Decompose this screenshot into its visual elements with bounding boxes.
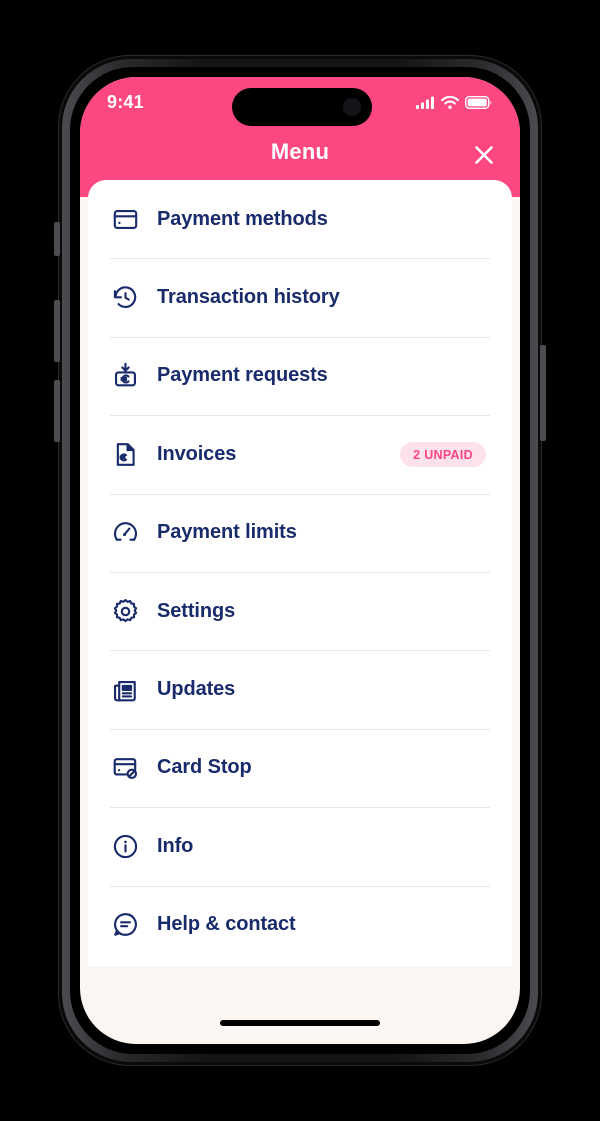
silent-switch-button[interactable] [54,222,60,256]
volume-down-button[interactable] [54,380,60,442]
menu-item-invoices[interactable]: Invoices 2 UNPAID [88,415,512,493]
menu-item-card-stop[interactable]: Card Stop [88,728,512,807]
battery-full-icon [465,96,492,109]
menu-item-transaction-history[interactable]: Transaction history [88,258,512,336]
phone-screen: 9:41 Menu Payment methods Transaction hi… [80,77,520,1044]
menu-item-help-contact[interactable]: Help & contact [88,885,512,964]
menu-item-label: Info [157,834,194,857]
menu-card: Payment methods Transaction history Paym… [88,180,512,966]
menu-item-info[interactable]: Info [88,807,512,885]
menu-item-label: Payment requests [157,364,328,387]
newspaper-icon [110,675,140,705]
menu-item-payment-limits[interactable]: Payment limits [88,493,512,572]
clock-rewind-icon [110,283,140,313]
menu-item-label: Card Stop [157,756,252,779]
close-x-icon [472,143,496,167]
status-bar-time: 9:41 [107,92,144,112]
money-request-icon [110,361,140,391]
menu-item-payment-requests[interactable]: Payment requests [88,336,512,415]
volume-up-button[interactable] [54,300,60,362]
menu-item-label: Help & contact [157,913,296,936]
menu-item-label: Updates [157,678,236,701]
menu-item-payment-methods[interactable]: Payment methods [88,180,512,258]
wifi-icon [441,96,459,109]
screenshot-canvas: 9:41 Menu Payment methods Transaction hi… [0,0,600,1121]
menu-item-updates[interactable]: Updates [88,650,512,728]
home-indicator[interactable] [220,1020,380,1026]
speedometer-icon [110,518,140,548]
page-title: Menu [270,139,330,164]
dynamic-island [232,88,372,126]
menu-item-label: Settings [157,599,236,622]
card-block-icon [110,753,140,783]
menu-item-label: Payment methods [157,207,328,230]
menu-item-settings[interactable]: Settings [88,571,512,650]
header-bar: Menu [80,129,520,181]
menu-item-label: Transaction history [157,286,340,309]
close-button[interactable] [464,135,504,175]
info-circle-icon [110,831,140,861]
menu-item-label: Payment limits [157,521,297,544]
front-camera-icon [343,98,361,116]
menu-item-label: Invoices [157,442,237,465]
chat-help-icon [110,910,140,940]
invoice-document-icon [110,439,140,469]
power-button[interactable] [540,345,546,441]
credit-card-icon [110,204,140,234]
gear-icon [110,596,140,626]
status-badge: 2 UNPAID [400,441,486,468]
cellular-signal-icon [416,96,435,109]
status-bar-indicators [416,96,492,109]
